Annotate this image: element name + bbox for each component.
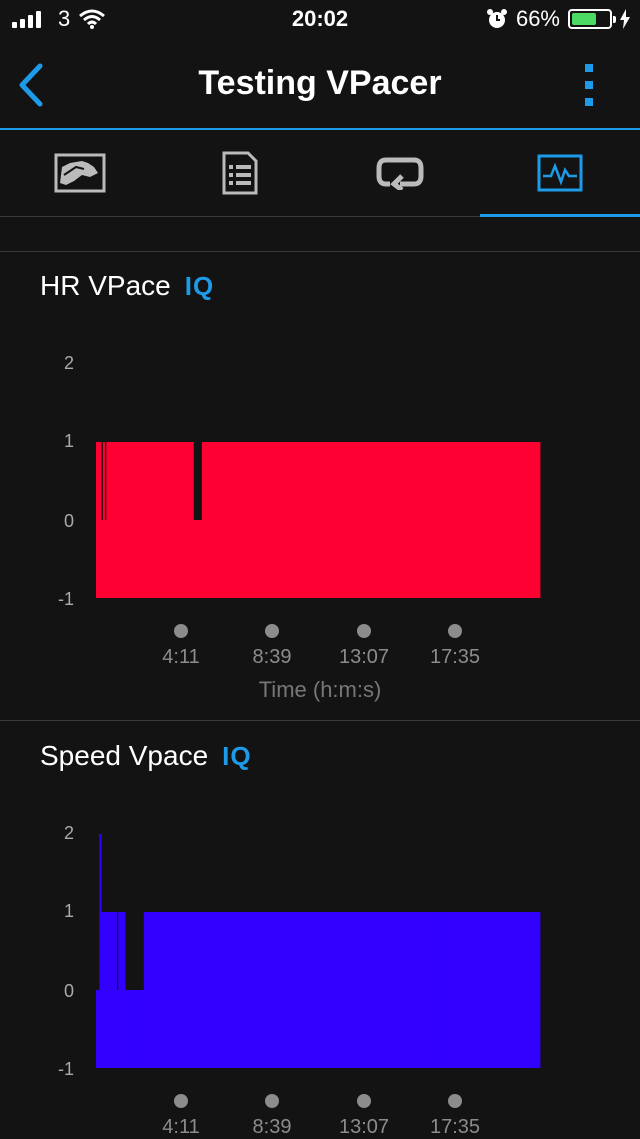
- battery-icon: [568, 9, 616, 29]
- separator: [0, 720, 640, 721]
- status-bar: 3 20:02 66%: [0, 0, 640, 40]
- connect-iq-badge: IQ: [184, 270, 215, 301]
- x-axis-label: Time (h:m:s): [258, 677, 382, 702]
- more-options-icon[interactable]: [582, 60, 596, 110]
- status-right: 66%: [486, 6, 630, 32]
- area-segment: [96, 442, 100, 598]
- hr-chart-title-text: HR VPace: [40, 270, 171, 301]
- alarm-icon: [486, 9, 507, 28]
- hr-chart-title: HR VPace IQ: [40, 270, 214, 302]
- tab-charts[interactable]: [480, 130, 640, 217]
- battery-percent: 66%: [515, 6, 560, 31]
- separator: [0, 251, 640, 252]
- speed-vpace-chart: 2 1 0 -1 4:11 8:39 13:07 17:35: [0, 810, 640, 1138]
- tab-details[interactable]: [160, 130, 320, 216]
- x-tick-label: 13:07: [338, 646, 390, 668]
- x-tick-label: 4:11: [162, 646, 200, 668]
- charging-icon: [620, 9, 630, 29]
- document-list-icon: [222, 151, 258, 195]
- area-segment: [96, 990, 100, 1068]
- x-tick-marker: [174, 624, 188, 638]
- tab-bar: [0, 130, 640, 217]
- x-tick-label: 8:39: [252, 646, 292, 668]
- hr-plot-area: [96, 442, 541, 598]
- area-segment: [538, 442, 541, 598]
- loop-icon: [376, 157, 424, 190]
- activity-chart-icon: [537, 154, 583, 192]
- x-tick-marker: [448, 1094, 462, 1108]
- area-segment: [538, 912, 541, 1068]
- x-tick-marker: [265, 1094, 279, 1108]
- battery-nub: [613, 16, 616, 23]
- map-icon: [54, 153, 106, 193]
- x-tick-marker: [265, 624, 279, 638]
- connect-iq-badge: IQ: [222, 740, 252, 771]
- speed-plot-area: [96, 834, 541, 1068]
- speed-chart-title-text: Speed Vpace: [40, 740, 209, 771]
- tab-laps[interactable]: [320, 130, 480, 216]
- navigation-bar: Testing VPacer: [0, 40, 640, 130]
- speed-chart-title: Speed Vpace IQ: [40, 740, 252, 772]
- page-title: Testing VPacer: [198, 64, 442, 102]
- tab-overview[interactable]: [0, 130, 160, 216]
- x-tick-label: 17:35: [429, 646, 481, 668]
- x-tick-marker: [448, 624, 462, 638]
- x-tick-marker: [357, 624, 371, 638]
- hr-vpace-chart: 2 1 0 -1 4:11 8:39 13:07 17:35 Time (h:m…: [0, 340, 640, 710]
- x-tick-marker: [357, 1094, 371, 1108]
- x-tick-marker: [174, 1094, 188, 1108]
- battery-fill: [572, 13, 596, 25]
